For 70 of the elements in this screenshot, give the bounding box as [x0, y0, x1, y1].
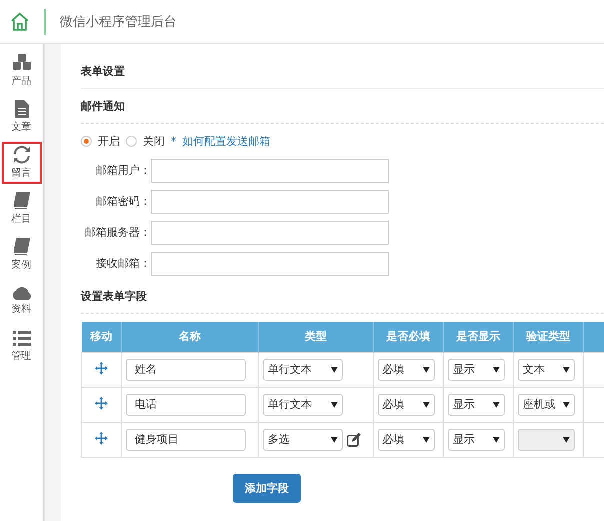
sidebar-item[interactable]: 资料 [2, 280, 42, 322]
field-label: 邮箱密码： [95, 194, 151, 209]
name-field[interactable]: 电话 [126, 394, 246, 416]
document-icon [14, 100, 28, 118]
section-title: 设置表单字段 [81, 279, 604, 314]
caret-icon [331, 402, 338, 408]
display-select[interactable]: 显示 [448, 394, 505, 416]
caret-icon [492, 366, 500, 372]
sidebar-item[interactable]: 管理 [2, 326, 42, 368]
input-field[interactable] [151, 190, 389, 214]
caret-icon [492, 402, 500, 408]
section-title: 邮件通知 [81, 89, 604, 124]
move-icon[interactable] [95, 362, 108, 374]
book-icon [14, 238, 30, 256]
book-icon [14, 192, 30, 210]
move-icon[interactable] [95, 396, 108, 410]
column-header: 名称 [122, 322, 258, 352]
display-select[interactable]: 显示 [448, 358, 505, 380]
radio-label: 关闭 [143, 134, 165, 149]
radio-label: 开启 [98, 134, 120, 149]
input-field[interactable] [151, 158, 389, 182]
sidebar-item[interactable]: 栏目 [2, 188, 42, 230]
required-select[interactable]: 必填 [378, 394, 435, 416]
caret-icon [422, 436, 430, 442]
validation-select[interactable]: 文本 [518, 358, 575, 380]
type-select[interactable]: 单行文本 [263, 358, 343, 380]
list-icon [12, 331, 30, 347]
sidebar-item[interactable]: 案例 [2, 234, 42, 276]
caret-icon [331, 436, 338, 442]
sidebar-item[interactable]: 留言 [2, 142, 42, 184]
panel-title: 表单设置 [81, 64, 604, 89]
app-title: 微信小程序管理后台 [60, 14, 177, 30]
column-header: 类型 [258, 322, 374, 352]
refresh-icon [12, 146, 30, 164]
type-select[interactable]: 多选 [263, 428, 343, 450]
column-header: 是否必填 [373, 322, 444, 352]
help-link[interactable]: 如何配置发送邮箱 [182, 134, 270, 149]
sidebar-item[interactable]: 产品 [2, 50, 42, 92]
edit-icon[interactable] [347, 432, 362, 446]
required-select[interactable]: 必填 [378, 428, 435, 450]
caret-icon [562, 436, 570, 442]
caret-icon [422, 402, 430, 408]
column-header: 是否显示 [443, 322, 514, 352]
sidebar-item[interactable]: 文章 [2, 96, 42, 138]
field-label: 邮箱服务器： [84, 225, 151, 240]
validation-select[interactable]: 座机或 [518, 394, 575, 416]
name-field[interactable]: 姓名 [126, 358, 246, 380]
radio-button[interactable] [126, 136, 137, 147]
caret-icon [492, 436, 500, 442]
column-header: 移动 [82, 322, 122, 352]
input-field[interactable] [151, 220, 389, 244]
field-label: 邮箱用户： [95, 163, 151, 178]
input-field[interactable] [151, 252, 389, 276]
move-icon[interactable] [95, 432, 108, 444]
type-select[interactable]: 单行文本 [263, 394, 343, 416]
required-select[interactable]: 必填 [378, 358, 435, 380]
add-field-button[interactable]: 添加字段 [233, 474, 301, 502]
radio-button[interactable] [81, 136, 92, 147]
home-icon[interactable] [10, 12, 30, 32]
caret-icon [331, 366, 338, 372]
name-field[interactable]: 健身项目 [126, 428, 246, 450]
caret-icon [562, 402, 570, 408]
asterisk: * [171, 135, 176, 148]
column-header: 验证类型 [513, 322, 584, 352]
cloud-icon [10, 286, 32, 300]
caret-icon [422, 366, 430, 372]
caret-icon [562, 366, 570, 372]
cubes-icon [12, 54, 32, 72]
field-label: 接收邮箱： [95, 256, 151, 271]
display-select[interactable]: 显示 [448, 428, 505, 450]
